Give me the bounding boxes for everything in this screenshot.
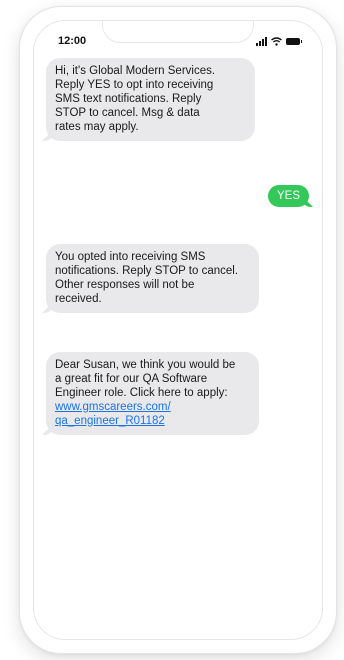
message-text-line: SMS text notifications. Reply	[55, 93, 202, 105]
message-text-line: Other responses will not be	[55, 279, 195, 291]
battery-icon	[286, 38, 302, 45]
status-icons	[256, 37, 302, 46]
wifi-icon	[271, 37, 282, 46]
message-text: YES	[276, 190, 300, 202]
message-text-line: Dear Susan, we think you would be	[55, 359, 236, 371]
incoming-message-bubble: Dear Susan, we think you would be a grea…	[46, 352, 259, 435]
cellular-signal-icon	[256, 37, 267, 46]
message-text-line: STOP to cancel. Msg & data	[55, 107, 200, 119]
incoming-message-bubble: Hi, it's Global Modern Services. Reply Y…	[46, 58, 255, 141]
message-text-line: a great fit for our QA Software	[55, 373, 208, 385]
status-time: 12:00	[58, 35, 87, 47]
phone-screen: 12:00 Hi, it's Global Modern Services. R…	[33, 20, 323, 640]
message-text-line: Reply YES to opt into receiving	[55, 79, 214, 91]
message-text-line: You opted into receiving SMS	[55, 251, 206, 263]
message-text-line: Engineer role. Click here to apply:	[55, 387, 228, 399]
phone-frame: 12:00 Hi, it's Global Modern Services. R…	[19, 6, 337, 654]
incoming-message-bubble: You opted into receiving SMS notificatio…	[46, 244, 259, 313]
message-text-line: notifications. Reply STOP to cancel.	[55, 265, 239, 277]
message-text-line: received.	[55, 293, 102, 305]
message-text-line: rates may apply.	[55, 121, 139, 133]
outgoing-message-bubble: YES	[267, 185, 309, 207]
status-bar: 12:00	[34, 35, 322, 51]
apply-link[interactable]: qa_engineer_R01182	[55, 414, 251, 428]
message-text-line: Hi, it's Global Modern Services.	[55, 65, 216, 77]
apply-link[interactable]: www.gmscareers.com/	[55, 400, 251, 414]
